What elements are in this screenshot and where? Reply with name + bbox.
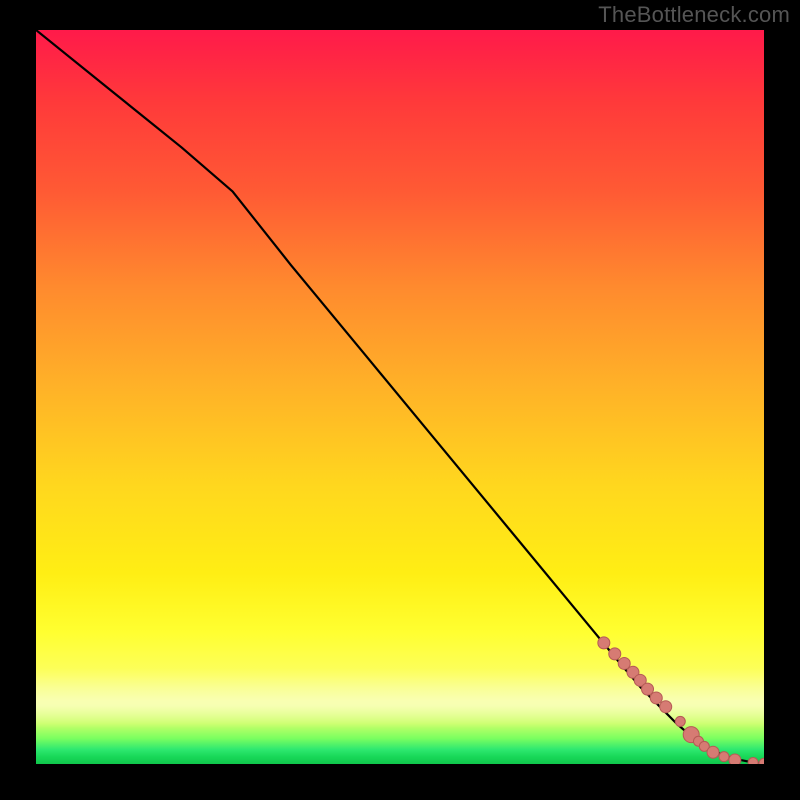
watermark-text: TheBottleneck.com bbox=[598, 2, 790, 28]
chart-overlay-svg bbox=[36, 30, 764, 764]
marker-point bbox=[675, 716, 685, 726]
marker-point bbox=[598, 637, 610, 649]
bottleneck-curve-line bbox=[36, 30, 764, 763]
highlighted-points-group bbox=[598, 637, 764, 764]
marker-point bbox=[707, 746, 719, 758]
marker-point bbox=[660, 701, 672, 713]
plot-area bbox=[36, 30, 764, 764]
marker-point bbox=[729, 754, 741, 764]
marker-point bbox=[759, 758, 764, 764]
marker-point bbox=[748, 758, 758, 764]
marker-point bbox=[650, 692, 662, 704]
chart-frame: TheBottleneck.com bbox=[0, 0, 800, 800]
marker-point bbox=[719, 752, 729, 762]
marker-point bbox=[609, 648, 621, 660]
